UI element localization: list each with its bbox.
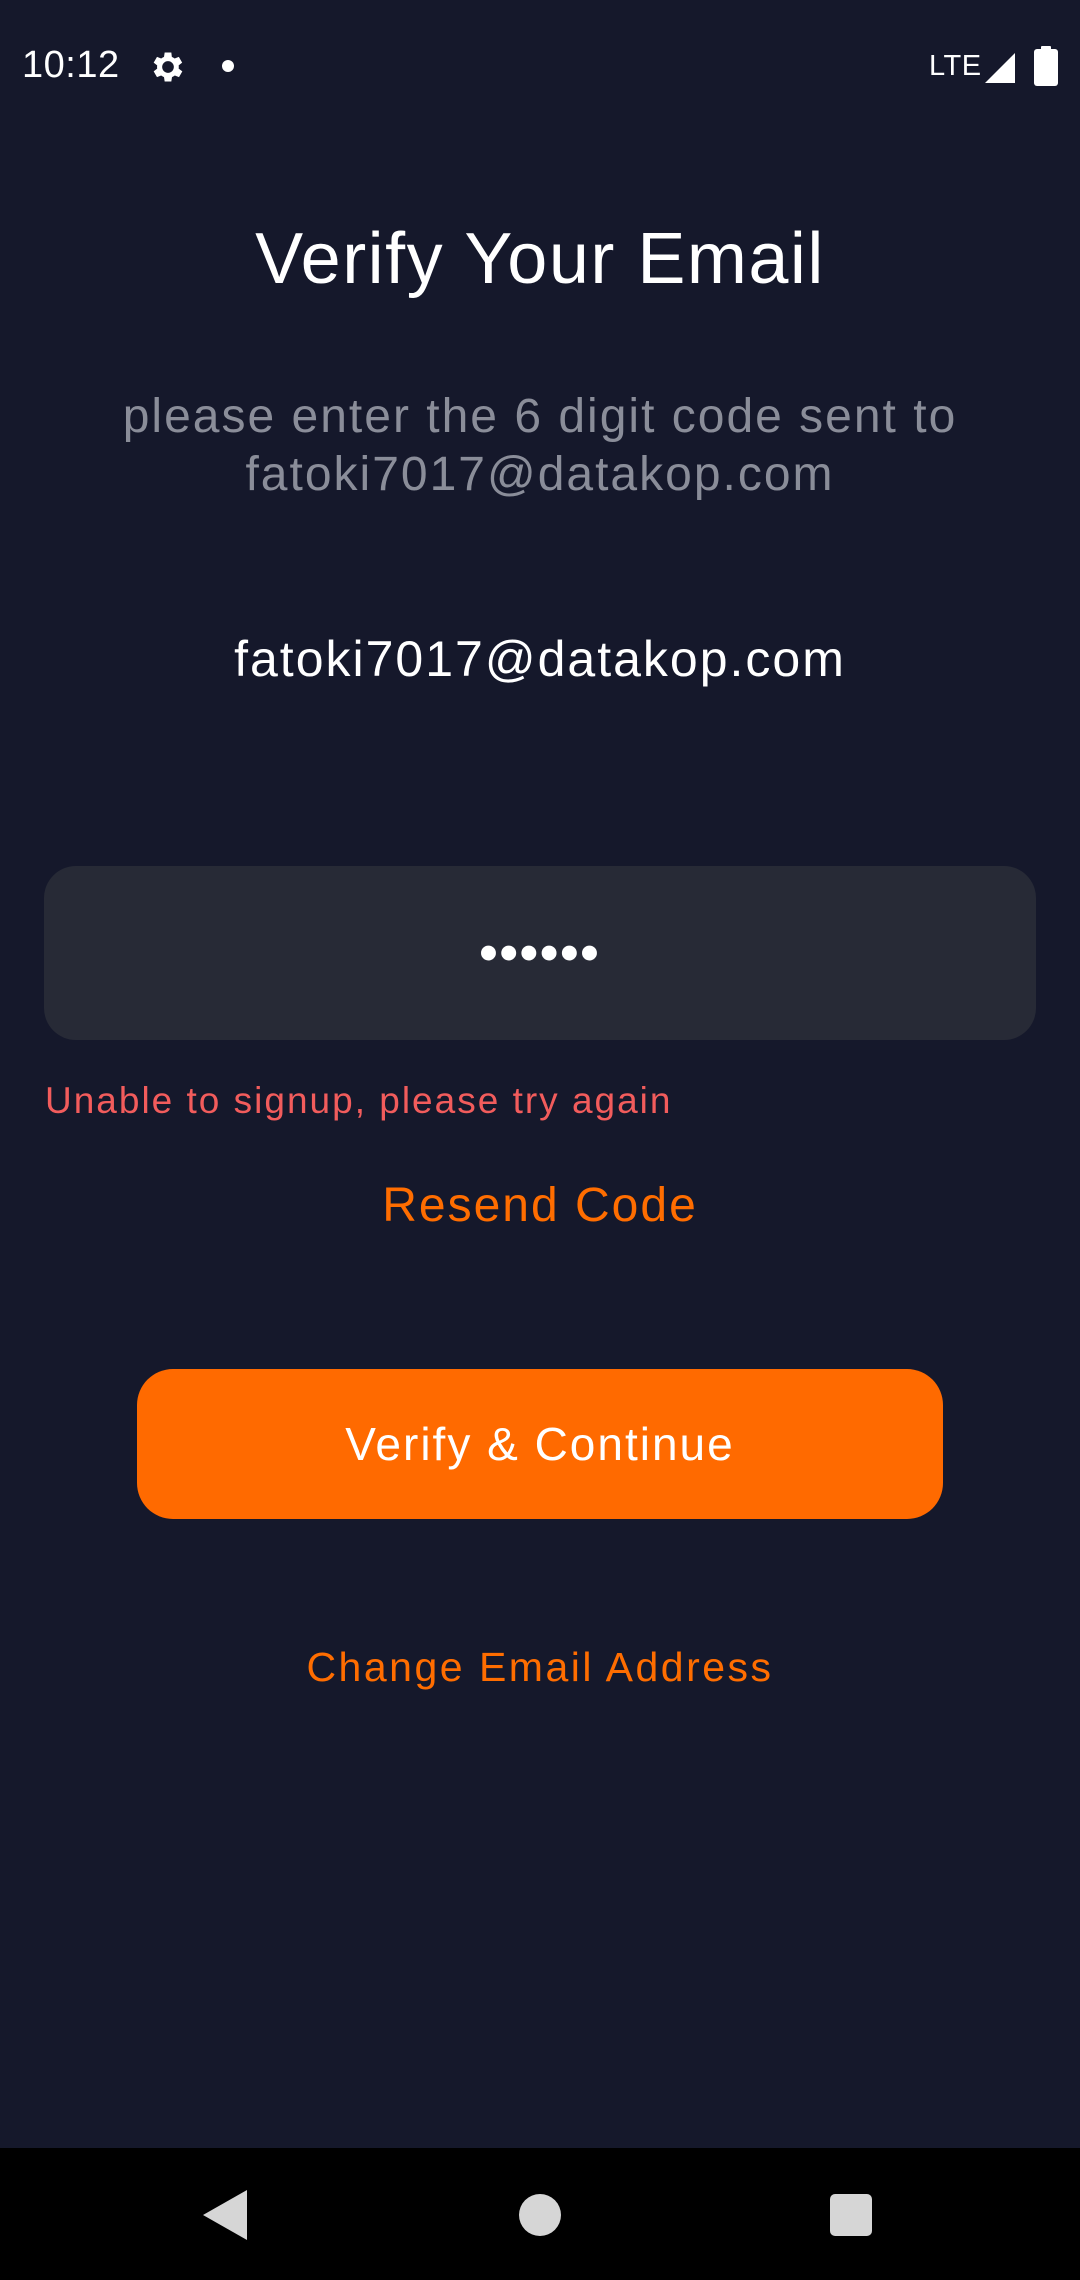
system-nav-bar xyxy=(0,2148,1080,2280)
settings-gear-icon xyxy=(153,52,183,82)
back-icon[interactable] xyxy=(203,2190,247,2240)
verify-continue-label: Verify & Continue xyxy=(345,1418,735,1470)
recents-icon[interactable] xyxy=(830,2194,872,2236)
cell-signal-icon xyxy=(985,53,1015,83)
error-message: Unable to signup, please try again xyxy=(45,1080,673,1121)
resend-code-link[interactable]: Resend Code xyxy=(0,1178,1080,1233)
page-title: Verify Your Email xyxy=(255,219,825,299)
notification-dot-icon xyxy=(222,60,234,72)
verification-code-input[interactable] xyxy=(44,866,1036,1040)
verify-continue-button[interactable]: Verify & Continue xyxy=(137,1369,943,1519)
status-time: 10:12 xyxy=(22,44,120,86)
battery-icon xyxy=(1034,46,1058,86)
network-type-label: LTE xyxy=(929,50,982,82)
verify-email-screen: 10:12 LTE Verify Your Email please enter… xyxy=(0,0,1080,2280)
change-email-link[interactable]: Change Email Address xyxy=(0,1644,1080,1691)
instruction-text: please enter the 6 digit code sent to fa… xyxy=(122,390,958,501)
home-icon[interactable] xyxy=(519,2194,561,2236)
status-bar: 10:12 LTE xyxy=(0,0,1080,130)
email-address-label: fatoki7017@datakop.com xyxy=(234,631,846,687)
